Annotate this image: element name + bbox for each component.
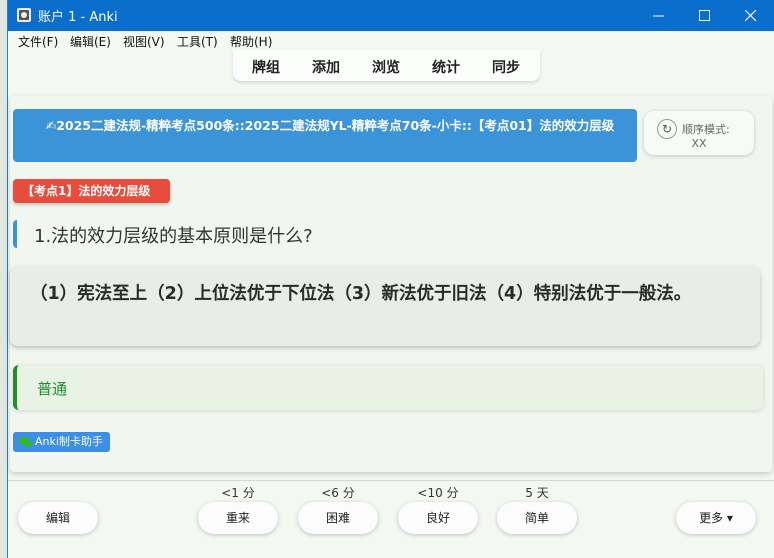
close-icon: [745, 10, 757, 22]
close-button[interactable]: [728, 0, 774, 31]
good-interval: <10 分: [417, 486, 459, 500]
order-mode-value: XX: [691, 137, 707, 150]
maximize-icon: [699, 10, 710, 21]
question-text: 1.法的效力层级的基本原则是什么?: [34, 226, 313, 247]
topic-tag: 【考点1】法的效力层级: [13, 179, 170, 203]
window-title: 账户 1 - Anki: [38, 10, 118, 25]
minimize-icon: [653, 15, 664, 17]
minimize-button[interactable]: [636, 0, 682, 31]
tab-sync[interactable]: 同步: [492, 57, 520, 77]
anki-app-icon: [17, 8, 31, 22]
tab-browse[interactable]: 浏览: [372, 57, 400, 77]
order-mode-label: 顺序模式:: [682, 123, 730, 136]
menu-file[interactable]: 文件(F): [18, 33, 58, 50]
anki-helper-badge[interactable]: Anki制卡助手: [13, 432, 110, 452]
more-button[interactable]: 更多 ▾: [676, 502, 756, 534]
menu-view[interactable]: 视图(V): [123, 33, 165, 50]
again-interval: <1 分: [221, 486, 255, 500]
answer-block: （1）宪法至上（2）上位法优于下位法（3）新法优于旧法（4）特别法优于一般法。: [10, 266, 760, 346]
maximize-button[interactable]: [682, 0, 728, 31]
difficulty-level-block: 普通: [13, 365, 763, 410]
difficulty-level-text: 普通: [37, 380, 68, 398]
question-block: 1.法的效力层级的基本原则是什么?: [13, 220, 767, 248]
tab-add[interactable]: 添加: [312, 57, 340, 77]
menu-help[interactable]: 帮助(H): [230, 33, 272, 50]
title-bar: 账户 1 - Anki: [8, 0, 774, 31]
top-toolbar: 牌组 添加 浏览 统计 同步: [233, 50, 540, 81]
hard-button[interactable]: 困难: [298, 502, 378, 534]
bottom-bar: [8, 480, 774, 558]
menu-tools[interactable]: 工具(T): [177, 33, 218, 50]
refresh-icon: ↻: [657, 119, 677, 139]
deck-path-banner: ✍2025二建法规-精粹考点500条::2025二建法规YL-精粹考点70条-小…: [13, 109, 637, 162]
deck-path-text: ✍2025二建法规-精粹考点500条::2025二建法规YL-精粹考点70条-小…: [45, 118, 615, 133]
again-button[interactable]: 重来: [198, 502, 278, 534]
edit-button[interactable]: 编辑: [18, 502, 98, 534]
anki-helper-label: Anki制卡助手: [35, 435, 103, 448]
wechat-icon: [19, 437, 32, 448]
order-mode-button[interactable]: ↻ 顺序模式: XX: [644, 111, 754, 155]
tab-stats[interactable]: 统计: [432, 57, 460, 77]
answer-text: （1）宪法至上（2）上位法优于下位法（3）新法优于旧法（4）特别法优于一般法。: [30, 284, 692, 304]
good-button[interactable]: 良好: [398, 502, 478, 534]
menu-edit[interactable]: 编辑(E): [70, 33, 111, 50]
easy-button[interactable]: 简单: [497, 502, 577, 534]
tab-decks[interactable]: 牌组: [252, 57, 280, 77]
hard-interval: <6 分: [321, 486, 355, 500]
easy-interval: 5 天: [525, 486, 549, 500]
anki-window: 账户 1 - Anki 文件(F) 编辑(E) 视图(V) 工具(T) 帮助(H…: [8, 0, 774, 558]
menu-bar: 文件(F) 编辑(E) 视图(V) 工具(T) 帮助(H): [8, 31, 774, 51]
